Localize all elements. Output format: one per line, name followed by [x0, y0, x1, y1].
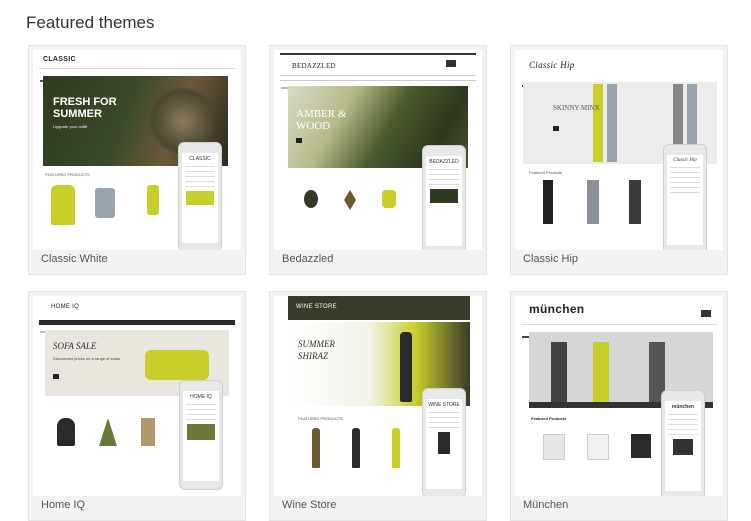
search-icon [701, 310, 711, 317]
preview-hero-button [53, 374, 59, 379]
preview-hero-title: FRESH FOR SUMMER [53, 96, 117, 120]
theme-name: München [523, 499, 569, 511]
preview-hero-title: SUMMER SHIRAZ [298, 339, 335, 361]
theme-name: Classic Hip [523, 253, 579, 265]
preview-header: WINE STORE [288, 296, 470, 320]
theme-preview: Classic Hip SKINNY MINX Featured Product… [515, 50, 723, 250]
product-thumbnail [95, 188, 115, 218]
theme-preview: WINE STORE SUMMER SHIRAZ FEATURED PRODUC… [274, 296, 482, 496]
theme-name: Wine Store [282, 499, 337, 511]
preview-logo: CLASSIC [43, 56, 76, 63]
theme-card-home-iq[interactable]: HOME IQ SOFA SALE Discounted prices on a… [28, 291, 246, 521]
section-title: Featured themes [26, 13, 155, 32]
mobile-preview: münchen [661, 390, 705, 496]
theme-name: Classic White [41, 253, 108, 265]
product-thumbnail [51, 185, 75, 225]
theme-name: Home IQ [41, 499, 86, 511]
theme-card-classic-white[interactable]: CLASSIC FRESH FOR SUMMER Upgrade your ou… [28, 45, 246, 275]
theme-name: Bedazzled [282, 253, 334, 265]
theme-preview: münchen Featured Products münchen [515, 296, 723, 496]
preview-logo: WINE STORE [296, 304, 337, 310]
mobile-preview-logo: BEDAZZLED [429, 159, 459, 165]
mobile-preview-logo: HOME IQ [190, 394, 212, 400]
preview-hero-title: AMBER & WOOD [296, 108, 347, 132]
preview-hero-title: SOFA SALE [53, 341, 97, 351]
preview-hero-subtitle: Discounted prices on a range of sofas [53, 356, 121, 361]
mobile-preview-logo: münchen [671, 404, 695, 410]
preview-hero-subtitle: Upgrade your outfit [53, 124, 88, 129]
preview-hero-button [296, 138, 302, 143]
preview-section-heading: Featured Products [529, 170, 562, 175]
mobile-preview: BEDAZZLED [422, 145, 466, 250]
search-icon [446, 60, 456, 67]
preview-topbar [280, 53, 476, 55]
theme-card-bedazzled[interactable]: BEDAZZLED AMBER & WOOD BEDAZZLED Bedazzl… [269, 45, 487, 275]
mobile-preview-logo: WINE STORE [428, 402, 460, 408]
mobile-preview: Classic Hip [663, 144, 707, 250]
preview-hero-button [553, 126, 559, 131]
theme-preview: HOME IQ SOFA SALE Discounted prices on a… [33, 296, 241, 496]
preview-section-heading: FEATURED PRODUCTS [45, 172, 90, 177]
mobile-preview-logo: CLASSIC [189, 156, 211, 162]
preview-nav [521, 324, 717, 338]
preview-nav [521, 74, 717, 87]
preview-hero-title: SKINNY MINX [553, 104, 600, 112]
theme-card-wine-store[interactable]: WINE STORE SUMMER SHIRAZ FEATURED PRODUC… [269, 291, 487, 521]
theme-card-munchen[interactable]: münchen Featured Products münchen Münche… [510, 291, 728, 521]
preview-logo: Classic Hip [529, 60, 575, 70]
mobile-preview-logo: Classic Hip [673, 158, 697, 163]
preview-logo: HOME IQ [51, 304, 80, 310]
theme-preview: BEDAZZLED AMBER & WOOD BEDAZZLED [274, 50, 482, 250]
preview-nav [280, 75, 476, 89]
preview-section-heading: FEATURED PRODUCTS [298, 416, 343, 421]
preview-logo: münchen [529, 302, 585, 316]
mobile-preview: CLASSIC [178, 142, 222, 250]
preview-logo: BEDAZZLED [292, 62, 336, 70]
preview-section-heading: Featured Products [531, 416, 567, 421]
theme-card-classic-hip[interactable]: Classic Hip SKINNY MINX Featured Product… [510, 45, 728, 275]
mobile-preview: HOME IQ [179, 380, 223, 490]
theme-preview: CLASSIC FRESH FOR SUMMER Upgrade your ou… [33, 50, 241, 250]
preview-nav [39, 320, 235, 333]
preview-nav [39, 68, 235, 82]
product-thumbnail [147, 185, 159, 215]
mobile-preview: WINE STORE [422, 388, 466, 496]
